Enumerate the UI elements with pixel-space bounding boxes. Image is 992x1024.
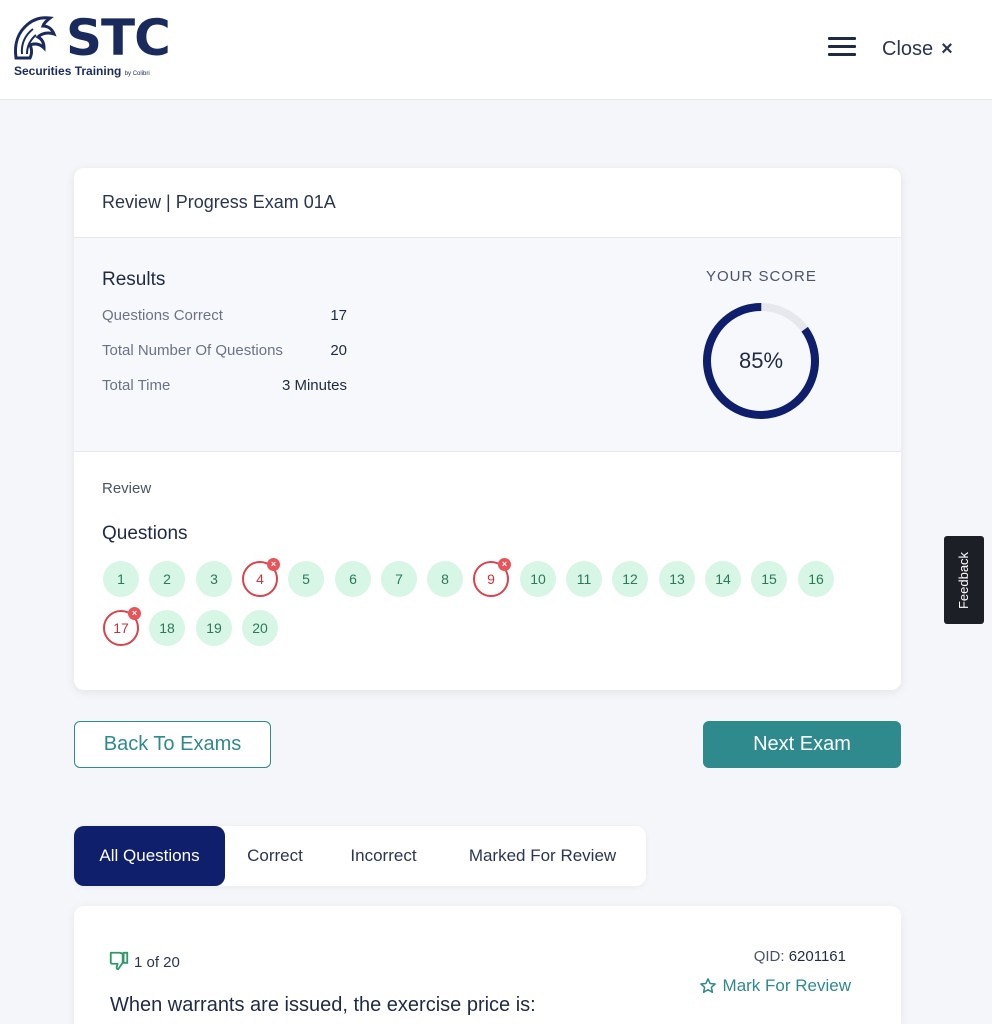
hamburger-menu-icon[interactable] [828, 34, 856, 60]
top-bar: STC Securities Training by Colibri Close… [0, 0, 992, 100]
question-id: QID: 6201161 [754, 948, 846, 965]
tab-marked-for-review[interactable]: Marked For Review [442, 826, 643, 886]
questions-label: Questions [102, 523, 188, 544]
question-number: 16 [808, 571, 824, 587]
question-bubble-2[interactable]: 2 [149, 561, 185, 597]
question-number: 14 [715, 571, 731, 587]
question-bubble-9[interactable]: 9 × [473, 558, 511, 597]
question-bubble-20[interactable]: 20 [242, 610, 278, 646]
stat-total-time: Total Time 3 Minutes [102, 377, 347, 394]
card-title: Review | Progress Exam 01A [102, 192, 336, 212]
close-button[interactable]: Close × [882, 38, 953, 61]
question-filter-tabs: All Questions Correct Incorrect Marked F… [74, 826, 646, 886]
question-number: 12 [622, 571, 638, 587]
logo-subtitle: Securities Training by Colibri [14, 64, 150, 78]
question-bubble-6[interactable]: 6 [335, 561, 371, 597]
question-number: 2 [163, 571, 171, 587]
logo-text: STC [66, 9, 171, 67]
tab-all-questions[interactable]: All Questions [74, 826, 225, 886]
question-number: 13 [669, 571, 685, 587]
question-bubble-18[interactable]: 18 [149, 610, 185, 646]
stat-label: Total Time [102, 377, 171, 394]
qid-value: 6201161 [788, 948, 846, 965]
star-icon [699, 978, 716, 994]
question-bubble-19[interactable]: 19 [196, 610, 232, 646]
stc-logo[interactable]: STC Securities Training by Colibri [8, 9, 171, 82]
question-number: 3 [210, 571, 218, 587]
score-value: 85% [738, 348, 784, 373]
question-bubble-4[interactable]: 4 × [242, 558, 280, 597]
stat-value: 20 [330, 342, 347, 359]
close-icon: × [941, 38, 953, 60]
question-card: 1 of 20 QID: 6201161 Mark For Review Whe… [74, 906, 901, 1024]
question-bubble-3[interactable]: 3 [196, 561, 232, 597]
close-label: Close [882, 38, 934, 60]
stat-value: 3 Minutes [281, 377, 347, 394]
incorrect-x-icon: × [498, 558, 511, 571]
question-bubble-17[interactable]: 17 × [103, 607, 141, 646]
logo-byline: by Colibri [124, 71, 150, 77]
feedback-tab[interactable]: Feedback [944, 536, 984, 624]
tab-correct[interactable]: Correct [225, 826, 325, 886]
question-bubble-10[interactable]: 10 [520, 561, 556, 597]
review-label: Review [102, 480, 152, 497]
tab-incorrect[interactable]: Incorrect [325, 826, 442, 886]
next-exam-button[interactable]: Next Exam [703, 721, 901, 768]
stat-label: Questions Correct [102, 307, 223, 324]
horse-logo-icon [14, 16, 57, 60]
stat-total-questions: Total Number Of Questions 20 [102, 342, 347, 359]
results-title: Results [102, 269, 166, 290]
divider [74, 451, 901, 452]
question-bubble-12[interactable]: 12 [612, 561, 648, 597]
incorrect-x-icon: × [267, 558, 280, 571]
question-bubble-14[interactable]: 14 [705, 561, 741, 597]
qid-label: QID: [753, 948, 785, 965]
question-bubble-11[interactable]: 11 [566, 561, 602, 597]
question-bubble-13[interactable]: 13 [659, 561, 695, 597]
mark-review-label: Mark For Review [722, 976, 851, 995]
question-number: 18 [159, 620, 175, 636]
thumbs-down-icon [109, 951, 129, 971]
question-number: 4 [256, 571, 264, 587]
stat-questions-correct: Questions Correct 17 [102, 307, 347, 324]
question-number: 1 [117, 571, 125, 587]
question-number: 9 [487, 571, 495, 587]
question-counter: 1 of 20 [134, 954, 180, 971]
question-number: 11 [576, 571, 592, 587]
question-number: 15 [761, 571, 777, 587]
stat-value: 17 [330, 307, 347, 324]
mark-for-review-button[interactable]: Mark For Review [699, 976, 851, 996]
score-label: YOUR SCORE [706, 268, 817, 285]
incorrect-x-icon: × [128, 607, 141, 620]
question-bubble-7[interactable]: 7 [381, 561, 417, 597]
question-number: 19 [206, 620, 222, 636]
stat-label: Total Number Of Questions [102, 342, 283, 359]
logo-subtitle-text: Securities Training [14, 64, 122, 78]
question-number: 7 [395, 571, 403, 587]
question-number: 20 [252, 620, 268, 636]
question-number: 6 [349, 571, 357, 587]
question-number: 17 [113, 620, 129, 636]
feedback-label: Feedback [956, 551, 972, 609]
question-bubble-1[interactable]: 1 [103, 561, 139, 597]
question-number: 8 [441, 571, 449, 587]
question-bubble-16[interactable]: 16 [798, 561, 834, 597]
question-number: 5 [302, 571, 310, 587]
question-text: When warrants are issued, the exercise p… [110, 994, 536, 1016]
question-number: 10 [530, 571, 546, 587]
question-bubble-5[interactable]: 5 [288, 561, 324, 597]
question-bubble-8[interactable]: 8 [427, 561, 463, 597]
back-to-exams-button[interactable]: Back To Exams [74, 721, 271, 768]
results-panel: Results Questions Correct 17 Total Numbe… [74, 238, 901, 451]
question-bubble-15[interactable]: 15 [751, 561, 787, 597]
exam-review-card: Review | Progress Exam 01A Results Quest… [74, 168, 901, 690]
